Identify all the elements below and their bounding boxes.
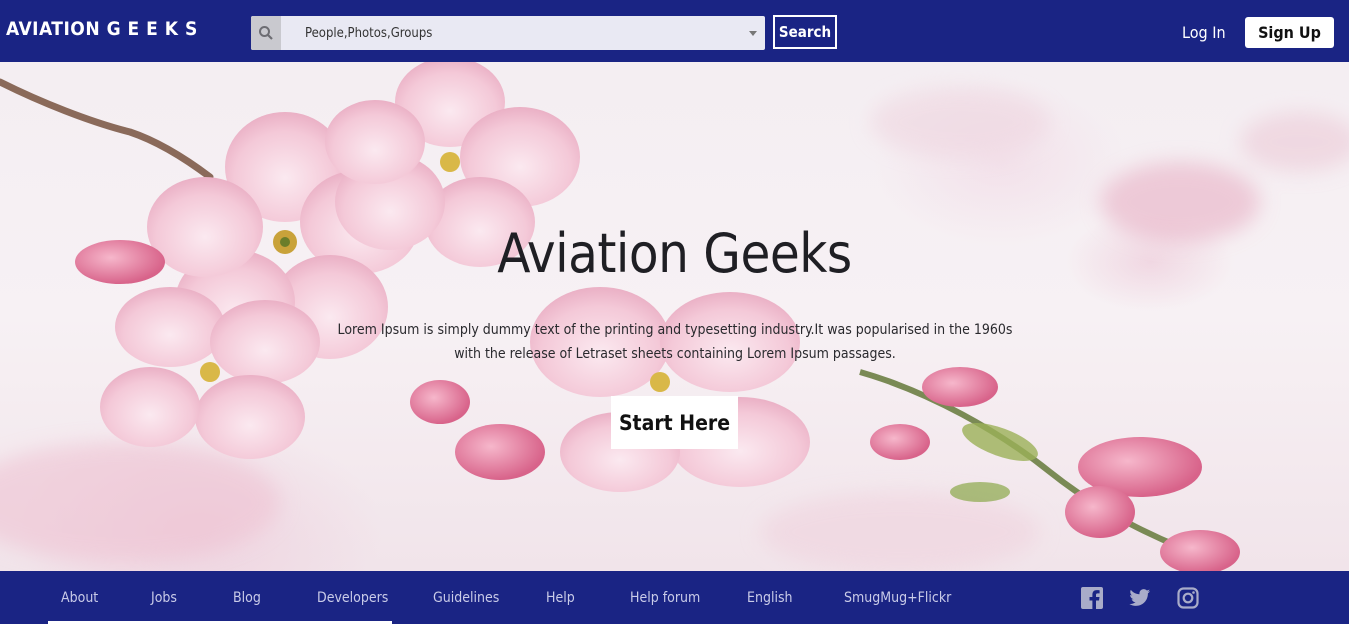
search-input[interactable] (281, 17, 749, 49)
footer-link-about[interactable]: About (61, 590, 98, 606)
footer-link-smugmug-flickr[interactable]: SmugMug+Flickr (844, 590, 951, 606)
footer-link-help-forum[interactable]: Help forum (630, 590, 700, 606)
search-bar (251, 16, 765, 50)
footer-link-developers[interactable]: Developers (317, 590, 388, 606)
signup-button[interactable]: Sign Up (1245, 17, 1334, 48)
footer-link-help[interactable]: Help (546, 590, 575, 606)
cherry-blossom-background-image (0, 62, 1349, 571)
footer-link-jobs[interactable]: Jobs (151, 590, 177, 606)
search-button[interactable]: Search (773, 15, 837, 49)
login-link[interactable]: Log In (1182, 23, 1226, 42)
top-navigation-bar: AVIATION G E E K S Search Log In Sign Up (0, 0, 1349, 62)
footer-link-blog[interactable]: Blog (233, 590, 261, 606)
footer: About Jobs Blog Developers Guidelines He… (0, 571, 1349, 624)
twitter-icon[interactable] (1129, 587, 1151, 609)
hero-title: Aviation Geeks (497, 222, 852, 285)
search-icon[interactable] (251, 16, 281, 50)
hero-section: Aviation Geeks Lorem Ipsum is simply dum… (0, 62, 1349, 571)
facebook-icon[interactable] (1081, 587, 1103, 609)
hero-description: Lorem Ipsum is simply dummy text of the … (337, 322, 1013, 362)
brand-logo[interactable]: AVIATION G E E K S (6, 18, 198, 40)
start-here-button[interactable]: Start Here (611, 396, 738, 449)
chevron-down-icon[interactable] (749, 30, 757, 36)
instagram-icon[interactable] (1177, 587, 1199, 609)
footer-link-english[interactable]: English (747, 590, 793, 606)
footer-link-guidelines[interactable]: Guidelines (433, 590, 499, 606)
